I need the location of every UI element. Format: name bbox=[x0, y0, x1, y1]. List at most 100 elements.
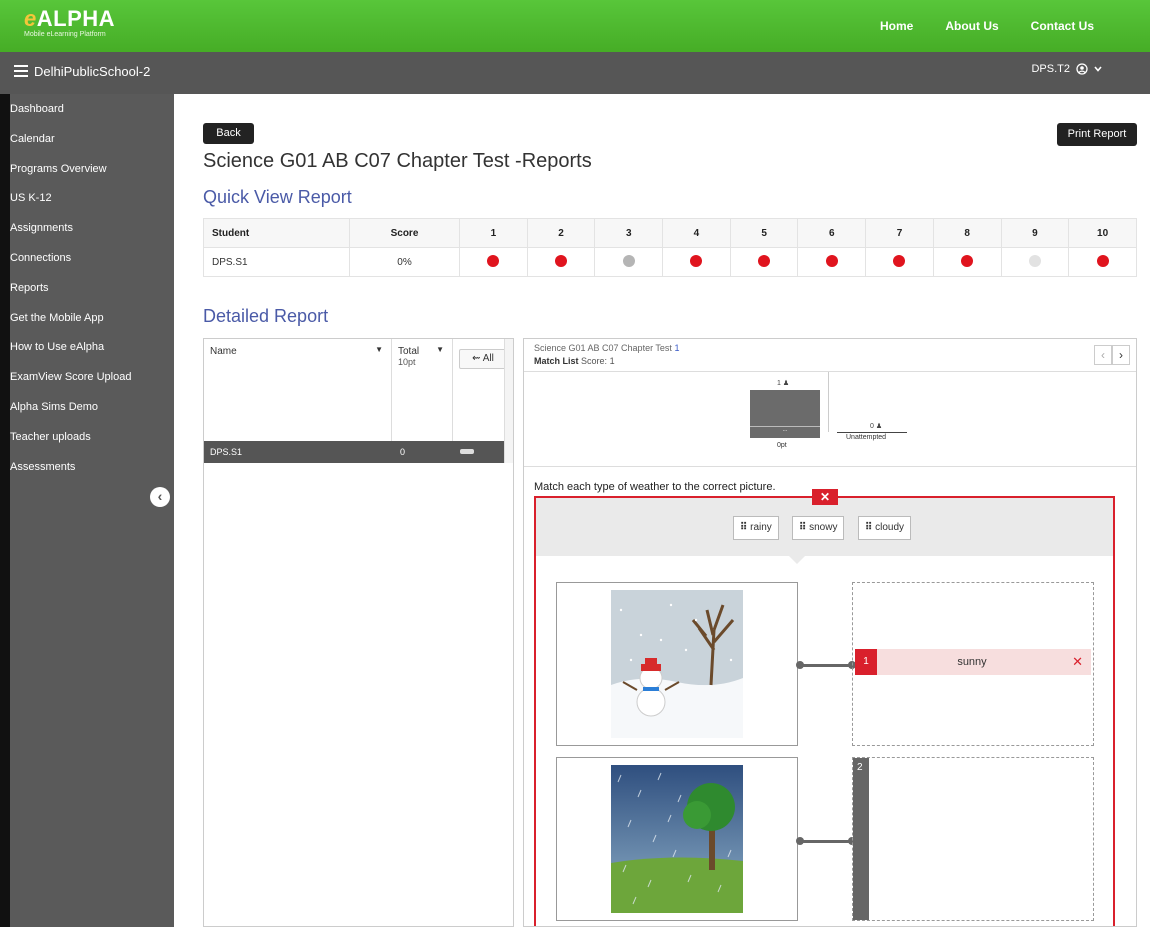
result-q2[interactable] bbox=[526, 247, 596, 277]
total-column-header[interactable]: Total 10pt ▼ bbox=[392, 339, 453, 441]
placed-answer[interactable]: 1 sunny ✕ bbox=[855, 649, 1091, 675]
student-row[interactable]: DPS.S1 0 bbox=[204, 441, 513, 463]
question-text: Match each type of weather to the correc… bbox=[534, 481, 776, 493]
arrow-left-icon: ⇜ bbox=[472, 353, 481, 364]
sidebar-item-calendar[interactable]: Calendar bbox=[10, 125, 174, 155]
match-list-area: ⠿ rainy ⠿ snowy ⠿ cloudy 1 sunny ✕ 2 bbox=[534, 496, 1115, 926]
school-name: DelhiPublicSchool-2 bbox=[34, 64, 151, 79]
sidebar-item-reports[interactable]: Reports bbox=[10, 274, 174, 304]
result-q8[interactable] bbox=[932, 247, 1002, 277]
sidebar-item-programs-overview[interactable]: Programs Overview bbox=[10, 155, 174, 185]
drag-handle-icon: ⠿ bbox=[740, 522, 748, 533]
sidebar-item-mobile-app[interactable]: Get the Mobile App bbox=[10, 304, 174, 334]
drag-handle-icon: ⠿ bbox=[865, 522, 873, 533]
name-header-label: Name bbox=[210, 346, 237, 357]
nav-contact-us[interactable]: Contact Us bbox=[1031, 19, 1094, 33]
drop-zone-2[interactable]: 2 bbox=[852, 757, 1094, 921]
unattempted-count-label: 0 ♟ bbox=[870, 423, 883, 430]
col-student: Student bbox=[203, 218, 350, 248]
all-button[interactable]: ⇜ All bbox=[459, 349, 507, 369]
incorrect-x-icon: ✕ bbox=[1072, 654, 1083, 669]
choice-cloudy[interactable]: ⠿ cloudy bbox=[858, 516, 912, 540]
result-dot bbox=[1028, 254, 1041, 267]
question-nav: ‹ › bbox=[1094, 345, 1130, 365]
collapse-sidebar-icon[interactable]: ‹ bbox=[150, 487, 170, 507]
table-row: DPS.S1 0% bbox=[203, 247, 1137, 277]
user-menu[interactable]: DPS.T2 bbox=[1031, 63, 1102, 75]
result-bar bbox=[460, 449, 474, 454]
col-score: Score bbox=[349, 218, 460, 248]
snowy-picture-card bbox=[556, 582, 798, 746]
sort-down-icon[interactable]: ▼ bbox=[375, 345, 383, 354]
choice-snowy[interactable]: ⠿ snowy bbox=[792, 516, 845, 540]
result-dot bbox=[1096, 254, 1109, 267]
next-question-icon[interactable]: › bbox=[1112, 345, 1130, 365]
menu-icon[interactable] bbox=[14, 65, 28, 77]
col-q6: 6 bbox=[797, 218, 867, 248]
col-q7: 7 bbox=[865, 218, 934, 248]
sidebar-item-us-k12[interactable]: US K-12 bbox=[10, 184, 174, 214]
drag-handle-icon: ⠿ bbox=[799, 522, 807, 533]
unattempted-bar[interactable] bbox=[837, 432, 907, 433]
name-column-header[interactable]: Name ▼ bbox=[204, 339, 392, 441]
student-name[interactable]: DPS.S1 bbox=[203, 247, 350, 277]
result-dot bbox=[758, 254, 771, 267]
student-row-total: 0 bbox=[400, 447, 406, 457]
sidebar-item-teacher-uploads[interactable]: Teacher uploads bbox=[10, 423, 174, 453]
drop-zone-1[interactable]: 1 sunny ✕ bbox=[852, 582, 1094, 746]
result-q7[interactable] bbox=[865, 247, 934, 277]
result-q3[interactable] bbox=[594, 247, 664, 277]
incorrect-badge-icon: ✕ bbox=[812, 489, 838, 505]
col-q5: 5 bbox=[729, 218, 799, 248]
answer-number: 1 bbox=[855, 649, 877, 675]
answer-text: sunny bbox=[957, 656, 987, 668]
score-distribution-chart: 1 ♟ ... 0pt 0 ♟ Unattempted bbox=[524, 372, 1136, 467]
quick-header-row: Student Score 1 2 3 4 5 6 7 8 9 10 bbox=[203, 218, 1137, 248]
choice-rainy[interactable]: ⠿ rainy bbox=[733, 516, 779, 540]
prev-question-icon[interactable]: ‹ bbox=[1094, 345, 1112, 365]
snowman-tree-image bbox=[611, 590, 743, 738]
sub-header: DelhiPublicSchool-2 DPS.T2 bbox=[0, 52, 1150, 94]
result-q6[interactable] bbox=[797, 247, 867, 277]
sidebar-item-assessments[interactable]: Assessments bbox=[10, 453, 174, 483]
back-button[interactable]: Back bbox=[203, 123, 254, 144]
student-list-scrollbar[interactable] bbox=[504, 339, 513, 463]
result-q10[interactable] bbox=[1068, 247, 1137, 277]
result-dot bbox=[487, 254, 500, 267]
sort-down-icon[interactable]: ▼ bbox=[436, 345, 444, 354]
answer-number: 2 bbox=[853, 758, 869, 920]
sidebar-item-connections[interactable]: Connections bbox=[10, 244, 174, 274]
bar-count-label: 1 ♟ bbox=[777, 380, 790, 387]
username: DPS.T2 bbox=[1031, 63, 1070, 75]
result-q5[interactable] bbox=[729, 247, 799, 277]
col-q10: 10 bbox=[1068, 218, 1137, 248]
sidebar: Dashboard Calendar Programs Overview US … bbox=[0, 94, 174, 927]
print-report-button[interactable]: Print Report bbox=[1057, 123, 1137, 146]
ealpha-logo[interactable]: eALPHA Mobile eLearning Platform bbox=[24, 8, 115, 39]
sidebar-item-examview-upload[interactable]: ExamView Score Upload bbox=[10, 363, 174, 393]
result-dot bbox=[961, 254, 974, 267]
result-dot bbox=[690, 254, 703, 267]
result-q9[interactable] bbox=[1000, 247, 1070, 277]
sidebar-item-assignments[interactable]: Assignments bbox=[10, 214, 174, 244]
rainy-picture-card bbox=[556, 757, 798, 921]
rain-tree-image bbox=[611, 765, 743, 913]
chevron-down-icon bbox=[1094, 66, 1102, 72]
col-q2: 2 bbox=[526, 218, 596, 248]
result-dot bbox=[555, 254, 568, 267]
nav-home[interactable]: Home bbox=[880, 19, 913, 33]
score-bar[interactable]: ... bbox=[750, 390, 820, 438]
col-q1: 1 bbox=[459, 218, 528, 248]
result-q1[interactable] bbox=[459, 247, 528, 277]
score-bar-label: 0pt bbox=[777, 442, 787, 449]
question-header: Science G01 AB C07 Chapter Test 1 Match … bbox=[524, 339, 1136, 372]
student-list-panel: Name ▼ Total 10pt ▼ ⇜ All DPS.S1 0 bbox=[203, 338, 514, 927]
student-list-header: Name ▼ Total 10pt ▼ ⇜ All bbox=[204, 339, 513, 441]
nav-about-us[interactable]: About Us bbox=[945, 19, 998, 33]
sidebar-item-alpha-sims-demo[interactable]: Alpha Sims Demo bbox=[10, 393, 174, 423]
sidebar-item-how-to-use[interactable]: How to Use eAlpha bbox=[10, 333, 174, 363]
sidebar-item-dashboard[interactable]: Dashboard bbox=[10, 95, 174, 125]
score-label: Score: bbox=[581, 356, 608, 366]
detailed-report-title: Detailed Report bbox=[203, 306, 329, 326]
result-q4[interactable] bbox=[662, 247, 731, 277]
